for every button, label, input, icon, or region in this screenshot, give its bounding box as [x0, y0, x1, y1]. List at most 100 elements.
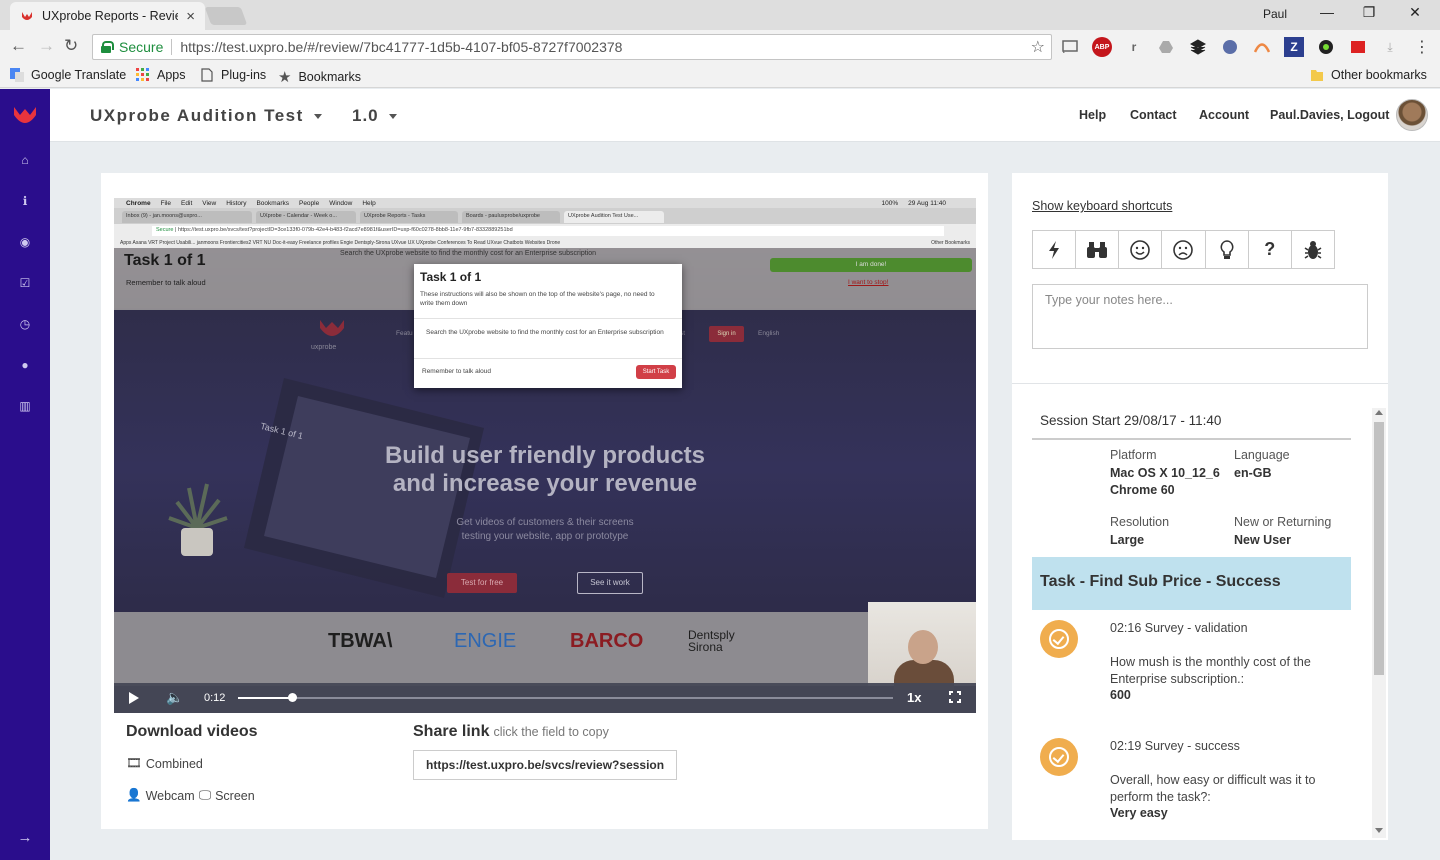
cast-icon[interactable] [1060, 37, 1080, 57]
new-tab-button[interactable] [204, 7, 248, 25]
lightbulb-icon[interactable] [1206, 231, 1249, 268]
bookmark-google-translate[interactable]: Google Translate [10, 68, 126, 82]
video-controls: 🔈 0:12 1x [114, 683, 976, 713]
share-link-input[interactable] [413, 750, 677, 780]
bookmark-bookmarks[interactable]: ★ Bookmarks [278, 68, 361, 86]
download-webcam-link[interactable]: 👤 Webcam [126, 788, 195, 803]
close-window-button[interactable]: ✕ [1400, 4, 1430, 21]
apps-grid-icon [136, 68, 149, 81]
volume-icon[interactable]: 🔈 [166, 689, 183, 706]
bug-icon[interactable] [1292, 231, 1334, 268]
reload-button[interactable]: ↻ [64, 36, 78, 56]
version-selector[interactable]: 1.0 [352, 106, 397, 126]
tab-uxprobe-reports[interactable]: UXprobe Reports - Review × [10, 2, 205, 30]
question-icon[interactable]: ? [1249, 231, 1292, 268]
event-time[interactable]: 02:16 Survey - validation [1110, 621, 1248, 635]
restore-button[interactable]: ❐ [1354, 4, 1384, 21]
nav-logout[interactable]: Paul.Davies, Logout [1270, 108, 1389, 122]
smile-icon[interactable] [1119, 231, 1163, 268]
frown-icon[interactable] [1162, 231, 1206, 268]
drive-icon[interactable] [1156, 37, 1176, 57]
comment-icon[interactable]: ● [0, 358, 50, 372]
checklist-icon[interactable]: ☑ [0, 276, 50, 290]
video-panel: Chrome File Edit View History Bookmarks Peo… [101, 173, 988, 829]
scroll-down-icon[interactable] [1375, 828, 1383, 833]
z-icon[interactable]: Z [1284, 37, 1304, 57]
event-answer: 600 [1110, 688, 1131, 702]
secure-label: Secure [119, 39, 164, 55]
home-icon[interactable]: ⌂ [0, 153, 50, 167]
event-question: Overall, how easy or difficult was it to… [1110, 773, 1316, 804]
video-scrubber-handle[interactable] [287, 693, 297, 702]
survey-check-icon[interactable] [1040, 738, 1078, 776]
nav-account[interactable]: Account [1199, 108, 1249, 122]
tab-close-icon[interactable]: × [186, 8, 195, 25]
notes-textarea[interactable] [1032, 284, 1368, 349]
language-label: Language [1234, 448, 1290, 462]
platform-label: Platform [1110, 448, 1157, 462]
returning-label: New or Returning [1234, 515, 1332, 529]
session-video[interactable]: Chrome File Edit View History Bookmarks Peo… [114, 198, 976, 713]
recorder-icon[interactable] [1348, 37, 1368, 57]
chrome-menu-icon[interactable]: ⋮ [1412, 37, 1432, 57]
forward-button[interactable]: → [38, 36, 55, 56]
color-icon[interactable] [1316, 37, 1336, 57]
layers-icon[interactable] [1188, 37, 1208, 57]
bookmark-apps[interactable]: Apps [136, 68, 186, 82]
lock-icon [101, 41, 114, 53]
arc-icon[interactable] [1252, 37, 1272, 57]
r-icon[interactable]: r [1124, 37, 1144, 57]
video-time: 0:12 [204, 692, 226, 704]
minimize-button[interactable]: — [1312, 4, 1342, 20]
other-bookmarks[interactable]: Other bookmarks [1310, 68, 1427, 82]
app-sidebar: ⌂ ℹ ◉ ☑ ◷ ● ▥ → [0, 89, 50, 860]
avatar[interactable] [1396, 99, 1428, 131]
resolution-value: Large [1110, 533, 1145, 547]
survey-check-icon[interactable] [1040, 620, 1078, 658]
abp-icon[interactable]: ABP [1092, 37, 1112, 57]
play-button[interactable] [129, 692, 139, 704]
nav-help[interactable]: Help [1079, 108, 1106, 122]
video-progress-bar[interactable] [238, 693, 893, 702]
pocket-icon[interactable]: ⤓ [1380, 37, 1400, 57]
lightning-icon[interactable] [1033, 231, 1077, 268]
project-selector[interactable]: UXprobe Audition Test [90, 106, 322, 126]
browser-toolbar: ← → ↻ Secure https://test.uxpro.be/#/rev… [0, 30, 1440, 64]
bookmark-plug-ins[interactable]: Plug-ins [200, 68, 266, 82]
video-website: Task 1 of 1 Remember to talk aloud Searc… [114, 248, 976, 713]
chevron-down-icon [313, 114, 322, 120]
dashboard-icon[interactable]: ◉ [0, 235, 50, 249]
video-browser-tabs: Inbox (9) - jan.moons@uxpro... UXprobe -… [114, 208, 976, 224]
url-text[interactable]: https://test.uxpro.be/#/review/7bc41777-… [180, 39, 622, 55]
fullscreen-icon[interactable] [949, 691, 961, 703]
video-task-modal: Task 1 of 1 These instructions will also… [414, 264, 682, 388]
download-screen-link[interactable]: 🖵 Screen [199, 788, 255, 803]
binoculars-icon[interactable] [1076, 231, 1120, 268]
playback-speed-button[interactable]: 1x [907, 690, 921, 705]
bookmark-star-icon[interactable]: ☆ [1031, 37, 1045, 57]
address-bar[interactable]: Secure https://test.uxpro.be/#/review/7b… [92, 34, 1052, 60]
nav-contact[interactable]: Contact [1130, 108, 1177, 122]
chrome-profile-name[interactable]: Paul [1263, 7, 1287, 21]
timeline-scrollbar[interactable] [1372, 408, 1386, 838]
task-header[interactable]: Task - Find Sub Price - Success [1032, 557, 1351, 610]
back-button[interactable]: ← [10, 36, 27, 56]
event-question: How mush is the monthly cost of the Ente… [1110, 655, 1311, 686]
video-bookmarks: Apps Asana VRT Project Usabili... janmoo… [114, 238, 976, 248]
w-icon[interactable] [1220, 37, 1240, 57]
expand-sidebar-icon[interactable]: → [0, 829, 50, 846]
review-panel: Show keyboard shortcuts ? Session Start … [1012, 173, 1388, 840]
keyboard-shortcuts-link[interactable]: Show keyboard shortcuts [1032, 199, 1172, 213]
scroll-thumb[interactable] [1374, 422, 1384, 675]
video-urlbar: Secure | https://test.uxpro.be/svcs/test… [114, 224, 976, 238]
info-icon[interactable]: ℹ [0, 194, 50, 208]
bar-chart-icon[interactable]: ▥ [0, 399, 50, 413]
session-timeline: Session Start 29/08/17 - 11:40 Platform … [1032, 405, 1352, 840]
clock-icon[interactable]: ◷ [0, 317, 50, 331]
browser-titlebar: UXprobe Reports - Review × Paul — ❐ ✕ [0, 0, 1440, 30]
event-time[interactable]: 02:19 Survey - success [1110, 739, 1240, 753]
uxprobe-logo-icon[interactable] [12, 105, 38, 127]
scroll-up-icon[interactable] [1375, 410, 1383, 415]
download-combined-link[interactable]: 🎞 Combined [126, 756, 203, 771]
monitor-icon: 🖵 [199, 788, 212, 802]
